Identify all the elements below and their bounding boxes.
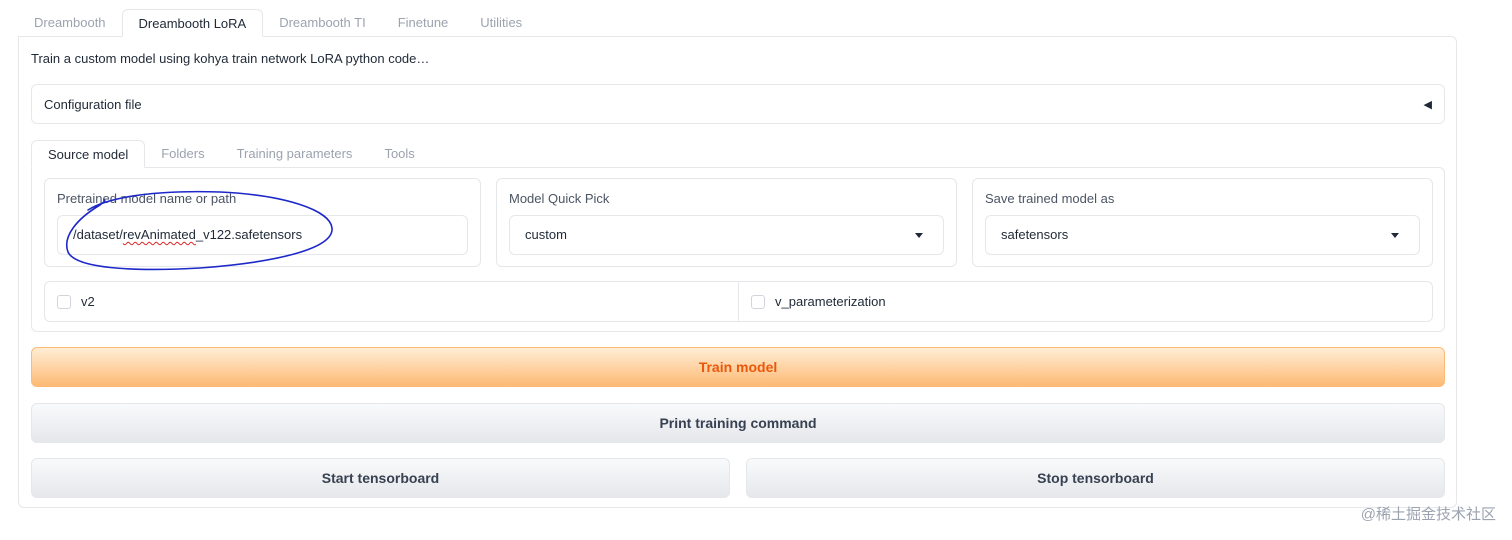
quick-pick-value: custom [525, 227, 567, 242]
watermark: @稀土掘金技术社区 [1360, 506, 1496, 523]
collapse-caret-icon[interactable]: ◀ [1424, 98, 1432, 111]
pretrained-model-group: Pretrained model name or path /dataset/r… [44, 178, 481, 267]
save-trained-model-group: Save trained model as safetensors [972, 178, 1433, 267]
tab-tools[interactable]: Tools [368, 140, 430, 168]
chevron-down-icon [1391, 233, 1399, 238]
save-as-value: safetensors [1001, 227, 1069, 242]
tab-training-parameters[interactable]: Training parameters [221, 140, 369, 168]
tab-folders[interactable]: Folders [145, 140, 220, 168]
v-parameterization-label: v_parameterization [775, 294, 886, 309]
tab-utilities[interactable]: Utilities [464, 9, 538, 37]
model-quick-pick-group: Model Quick Pick custom [496, 178, 957, 267]
chevron-down-icon [915, 233, 923, 238]
tab-dreambooth[interactable]: Dreambooth [18, 9, 122, 37]
v-parameterization-option[interactable]: v_parameterization [738, 282, 1432, 321]
inner-tab-bar: Source model Folders Training parameters… [31, 140, 431, 168]
save-as-select[interactable]: safetensors [985, 215, 1420, 255]
quick-pick-select[interactable]: custom [509, 215, 944, 255]
path-suffix: _v122.safetensors [195, 227, 303, 242]
model-options-row: v2 v_parameterization [44, 281, 1433, 322]
start-tensorboard-button[interactable]: Start tensorboard [31, 458, 730, 498]
v-parameterization-checkbox[interactable] [751, 294, 765, 309]
tab-source-model[interactable]: Source model [31, 140, 146, 168]
accordion-label: Configuration file [44, 96, 142, 112]
print-training-command-button[interactable]: Print training command [31, 403, 1445, 443]
top-tab-bar: Dreambooth Dreambooth LoRA Dreambooth TI… [18, 9, 538, 37]
train-model-button[interactable]: Train model [31, 347, 1445, 387]
tab-dreambooth-ti[interactable]: Dreambooth TI [263, 9, 381, 37]
quick-pick-label: Model Quick Pick [509, 191, 610, 206]
source-model-panel: Pretrained model name or path /dataset/r… [31, 167, 1445, 332]
pretrained-model-input[interactable]: /dataset/revAnimated_v122.safetensors [57, 215, 468, 255]
configuration-file-accordion[interactable]: Configuration file ◀ [31, 84, 1445, 124]
v2-checkbox[interactable] [57, 294, 71, 309]
panel-description: Train a custom model using kohya train n… [31, 51, 430, 66]
path-prefix: /dataset/ [73, 227, 123, 242]
v2-option[interactable]: v2 [45, 282, 738, 321]
tab-dreambooth-lora[interactable]: Dreambooth LoRA [121, 9, 264, 37]
path-model-name: revAnimated [122, 227, 196, 242]
tab-finetune[interactable]: Finetune [382, 9, 465, 37]
lora-panel: Train a custom model using kohya train n… [18, 36, 1457, 508]
stop-tensorboard-button[interactable]: Stop tensorboard [746, 458, 1445, 498]
v2-label: v2 [81, 294, 95, 309]
pretrained-model-label: Pretrained model name or path [57, 191, 237, 206]
save-as-label: Save trained model as [985, 191, 1115, 206]
